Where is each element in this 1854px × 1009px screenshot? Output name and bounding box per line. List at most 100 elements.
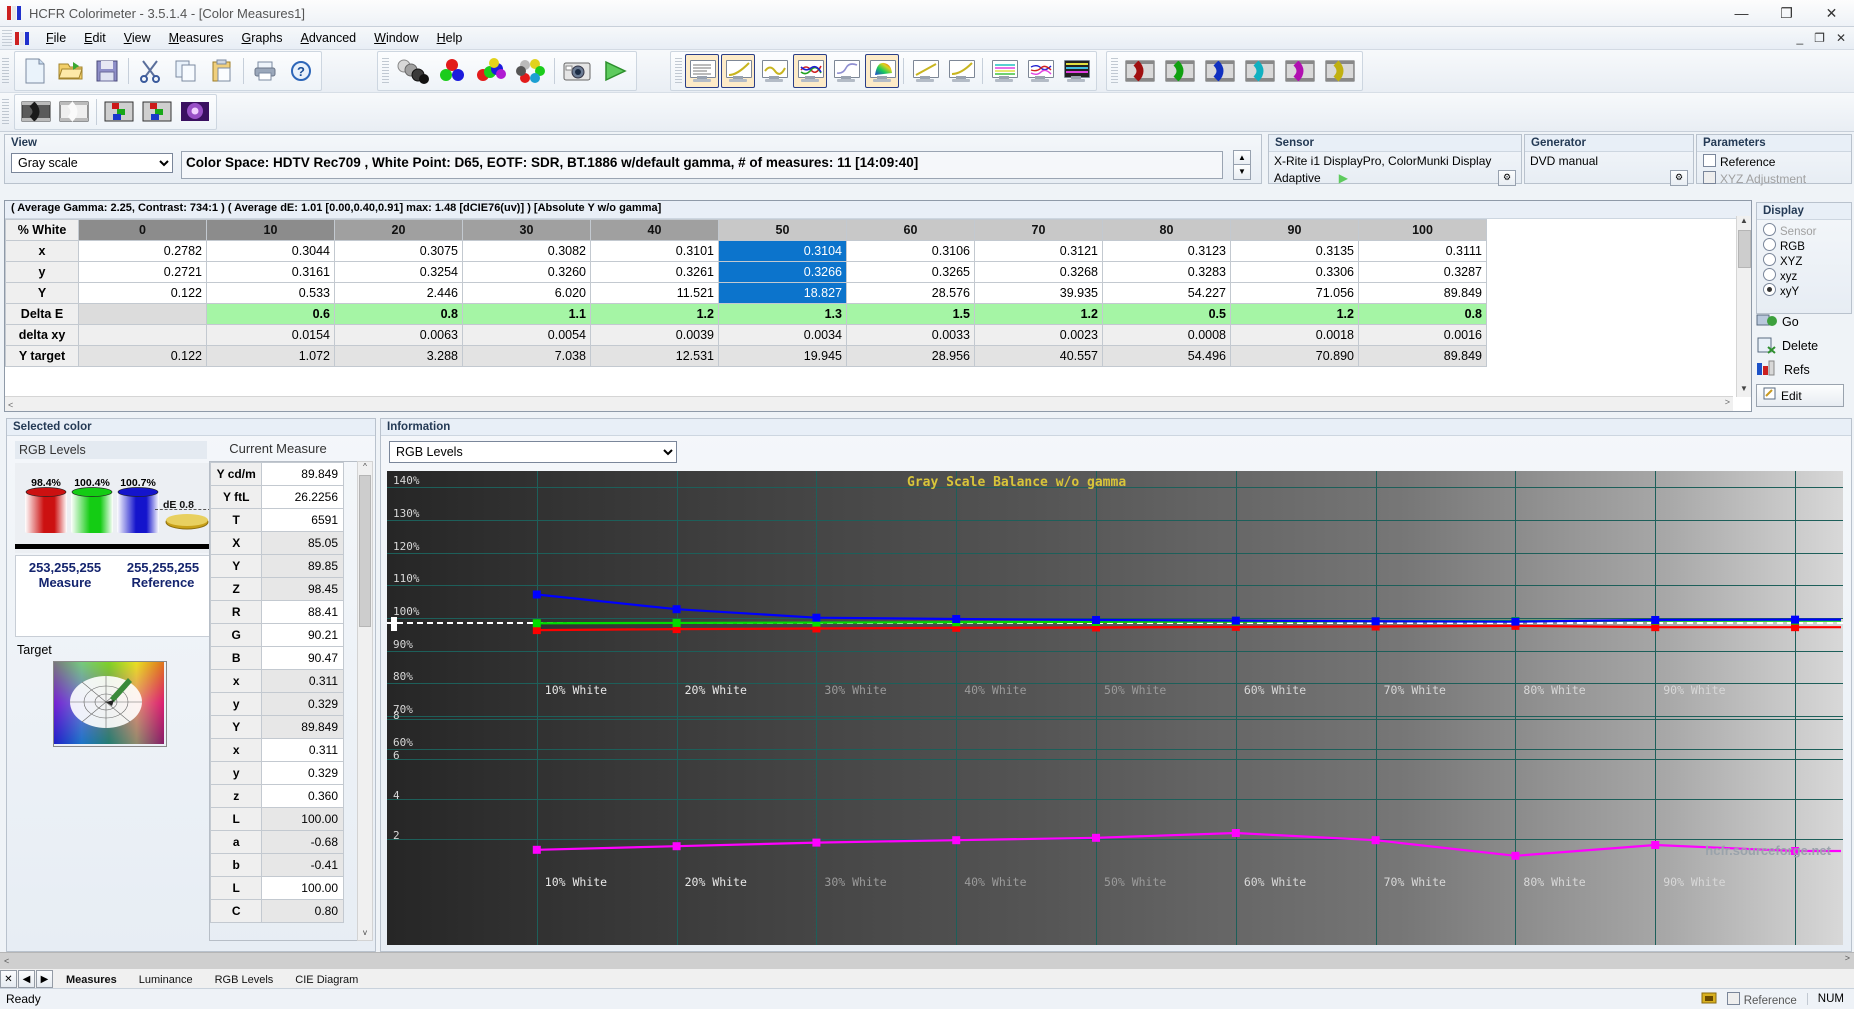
current-measure-row[interactable]: Y 89.849 [210, 715, 344, 739]
table-cell[interactable]: 0.5 [1102, 303, 1231, 325]
toolbar-grip[interactable] [675, 58, 682, 84]
film-magenta-icon[interactable] [1281, 54, 1319, 88]
film-blue-icon[interactable] [1201, 54, 1239, 88]
current-measure-row[interactable]: T 6591 [210, 508, 344, 532]
film-cyan-icon[interactable] [1241, 54, 1279, 88]
menu-grip[interactable] [2, 30, 12, 46]
table-cell[interactable]: 0.3260 [462, 261, 591, 283]
current-measure-row[interactable]: R 88.41 [210, 600, 344, 624]
table-cell[interactable]: 0.0154 [206, 324, 335, 346]
table-cell[interactable]: 0.3121 [974, 240, 1103, 262]
delete-icon[interactable] [1756, 336, 1778, 357]
table-cell[interactable]: 0.122 [78, 282, 207, 304]
menu-item-file[interactable]: File [37, 29, 75, 47]
table-cell[interactable]: 7.038 [462, 345, 591, 367]
table-cell[interactable]: 1.072 [206, 345, 335, 367]
monitor-gamma-icon[interactable] [721, 54, 755, 88]
table-cell[interactable]: 0.8 [334, 303, 463, 325]
camera-icon[interactable] [559, 54, 595, 88]
tab-close-button[interactable]: ✕ [0, 970, 17, 988]
table-cell[interactable]: 0.3106 [846, 240, 975, 262]
display-option-sensor[interactable]: Sensor [1763, 223, 1845, 238]
table-row[interactable]: Delta E 0.6 0.8 1.1 1.2 1.3 1.5 1.2 0.5 1.2 0.8 [5, 303, 1487, 325]
scroll-down-button[interactable]: ▼ [1233, 164, 1251, 180]
current-measure-row[interactable]: x 0.311 [210, 669, 344, 693]
rgb-levels-chart[interactable]: 140% 130% 120% 110% 100% 90% 80% 70% 60% 8 6 4 2 Gray… [387, 471, 1843, 945]
copy-icon[interactable] [169, 54, 203, 88]
current-measure-row[interactable]: x 0.311 [210, 738, 344, 762]
help-question-icon[interactable]: ? [284, 54, 318, 88]
table-cell[interactable]: 0.0034 [718, 324, 847, 346]
table-col-header[interactable]: 100 [1358, 219, 1487, 241]
table-cell[interactable]: 0.2721 [78, 261, 207, 283]
radio-icon[interactable] [1763, 223, 1776, 236]
table-cell[interactable]: 0.122 [78, 345, 207, 367]
paste-icon[interactable] [205, 54, 239, 88]
table-cell[interactable]: 0.0054 [462, 324, 591, 346]
monitor-bars-icon[interactable] [1059, 54, 1093, 88]
current-measure-table[interactable]: Y cd/m 89.849 Y ftL 26.2256 T 6591 X 85.05 Y 89.8… [210, 462, 344, 923]
table-cell[interactable]: 54.227 [1102, 282, 1231, 304]
table-cell[interactable]: 0.3161 [206, 261, 335, 283]
cut-scissors-icon[interactable] [133, 54, 167, 88]
tab-next-button[interactable]: ▶ [36, 970, 53, 988]
table-cell[interactable]: 12.531 [590, 345, 719, 367]
monitor-nearwhite-icon[interactable] [1023, 54, 1057, 88]
current-measure-row[interactable]: b -0.41 [210, 853, 344, 877]
sensor-config-button[interactable]: ⚙ [1498, 170, 1516, 186]
table-row[interactable]: y 0.2721 0.3161 0.3254 0.3260 0.3261 0.3266 0.3… [5, 261, 1487, 283]
view-select[interactable]: Gray scale [11, 153, 173, 173]
film-rgb1-icon[interactable] [101, 96, 137, 128]
table-cell[interactable]: 0.3268 [974, 261, 1103, 283]
table-cell[interactable]: 89.849 [1358, 282, 1487, 304]
monitor-line-icon[interactable] [829, 54, 863, 88]
table-cell[interactable]: 0.3287 [1358, 261, 1487, 283]
monitor-luma-icon[interactable] [908, 54, 942, 88]
saturation-spheres-icon[interactable] [512, 54, 550, 88]
window-minimize-button[interactable]: — [1719, 1, 1764, 26]
radio-icon[interactable] [1763, 268, 1776, 281]
new-document-icon[interactable] [18, 54, 52, 88]
film-dark-icon[interactable] [18, 96, 54, 128]
monitor-curve-icon[interactable] [757, 54, 791, 88]
table-vscrollbar[interactable]: ▲ ▼ [1736, 216, 1751, 397]
table-cell[interactable] [78, 303, 207, 325]
table-col-header[interactable]: 50 [718, 219, 847, 241]
edit-button[interactable]: Edit [1756, 384, 1844, 407]
table-cell[interactable]: 1.2 [974, 303, 1103, 325]
table-cell[interactable]: 0.3101 [590, 240, 719, 262]
table-cell[interactable]: 0.3111 [1358, 240, 1487, 262]
radio-icon[interactable] [1763, 253, 1776, 266]
menu-item-measures[interactable]: Measures [160, 29, 233, 47]
refs-icon[interactable] [1756, 360, 1780, 381]
table-cell[interactable]: 0.3306 [1230, 261, 1359, 283]
current-measure-row[interactable]: Y 89.85 [210, 554, 344, 578]
table-hscrollbar[interactable]: < > [5, 396, 1733, 411]
primaries-spheres-icon[interactable] [434, 54, 470, 88]
table-cell[interactable] [78, 324, 207, 346]
table-col-header[interactable]: 60 [846, 219, 975, 241]
film-purple-glow-icon[interactable] [177, 96, 213, 128]
toolbar-grip[interactable] [2, 58, 9, 84]
radio-icon[interactable] [1763, 238, 1776, 251]
current-measure-row[interactable]: L 100.00 [210, 876, 344, 900]
tab-measures[interactable]: Measures [54, 973, 127, 986]
generator-config-button[interactable]: ⚙ [1670, 170, 1688, 186]
table-cell[interactable]: 0.3261 [590, 261, 719, 283]
table-cell[interactable]: 0.3254 [334, 261, 463, 283]
table-col-header[interactable]: 0 [78, 219, 207, 241]
table-cell[interactable]: 0.0018 [1230, 324, 1359, 346]
menu-item-advanced[interactable]: Advanced [292, 29, 366, 47]
table-row[interactable]: Y target 0.122 1.072 3.288 7.038 12.531 19.945… [5, 345, 1487, 367]
save-disk-icon[interactable] [90, 54, 124, 88]
table-cell[interactable]: 40.557 [974, 345, 1103, 367]
table-cell[interactable]: 0.533 [206, 282, 335, 304]
current-measure-row[interactable]: X 85.05 [210, 531, 344, 555]
tab-luminance[interactable]: Luminance [127, 973, 203, 986]
table-cell[interactable]: 0.2782 [78, 240, 207, 262]
current-measure-row[interactable]: C 0.80 [210, 899, 344, 923]
current-measure-row[interactable]: z 0.360 [210, 784, 344, 808]
table-cell[interactable]: 1.2 [1230, 303, 1359, 325]
tab-rgb-levels[interactable]: RGB Levels [203, 973, 284, 986]
mdi-restore-button[interactable]: ❐ [1810, 31, 1829, 45]
